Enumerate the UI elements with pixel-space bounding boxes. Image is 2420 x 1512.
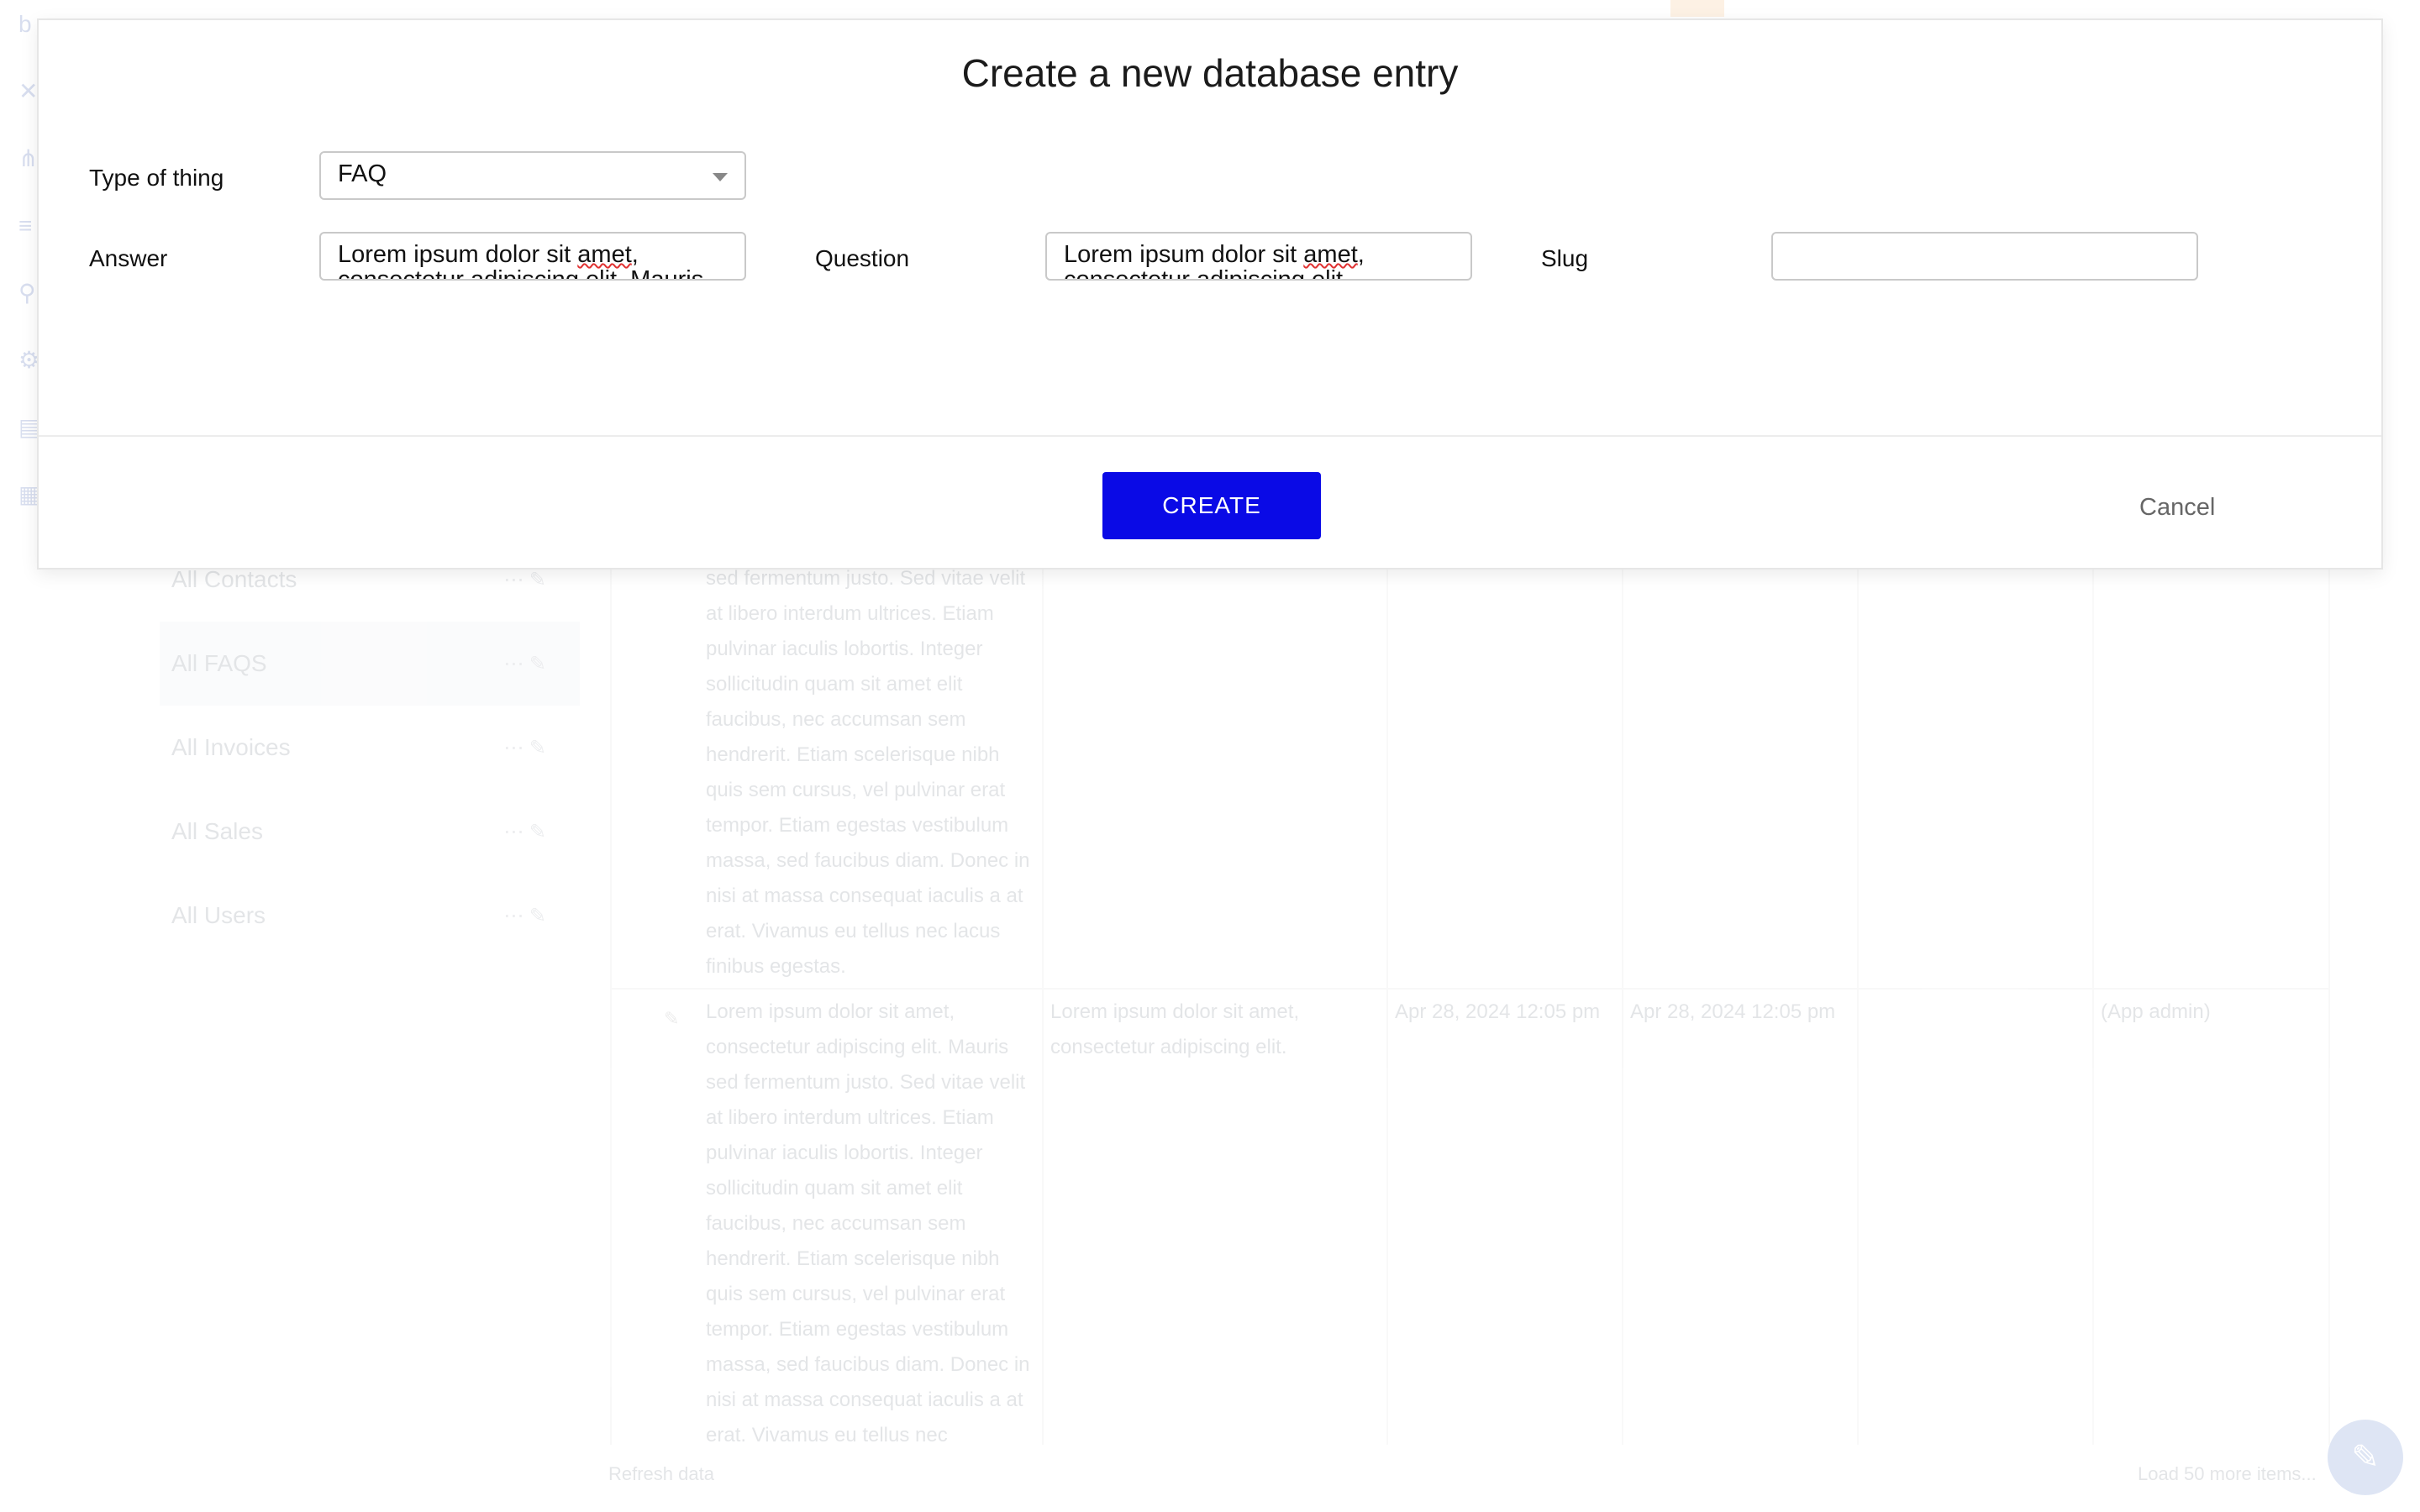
table-cell-answer: Lorem ipsum dolor sit amet, consectetur … [706,1000,1030,1446]
sidebar-item-users[interactable]: All Users ⋯ ✎ [160,874,580,958]
answer-value-line2: consectetur adipiscing elit. Mauris [338,266,704,281]
edit-icon[interactable]: ⋯ ✎ [503,820,546,844]
sidebar-item-label: All Sales [171,818,263,844]
sidebar-item-sales[interactable]: All Sales ⋯ ✎ [160,790,580,874]
new-entry-modal: Create a new database entry Type of thin… [37,18,2383,570]
answer-text: Lorem ipsum dolor sit [338,241,578,268]
sidebar-item-label: All FAQS [171,650,267,676]
created-column: Apr 28, 2024 12:05 pm [1388,538,1623,1445]
question-value-line1: Lorem ipsum dolor sit amet, [1064,241,1365,268]
question-value-line2: consectetur adipiscing elit. [1064,266,1350,281]
question-column: Lorem ipsum dolor sit amet, consectetur … [1044,538,1388,1445]
table-cell-question: Lorem ipsum dolor sit amet, consectetur … [1050,1000,1300,1058]
chevron-down-icon [713,173,728,181]
table-cell-created: Apr 28, 2024 12:05 pm [1395,1000,1601,1023]
sidebar-item-label: All Users [171,902,266,928]
sidebar-item-label: All Invoices [171,734,291,760]
edit-icon[interactable]: ⋯ ✎ [503,652,546,676]
table-cell-answer: sed fermentum justo. Sed vitae velit at … [706,567,1030,978]
table-cell-modified: Apr 28, 2024 12:05 pm [1630,1000,1836,1023]
answer-value-line1: Lorem ipsum dolor sit amet, [338,241,639,268]
cancel-button[interactable]: Cancel [2139,494,2215,522]
slug-label: Slug [1541,245,1589,271]
sidebar-item-faqs[interactable]: All FAQS ⋯ ✎ [160,622,580,706]
slug-field[interactable] [1771,232,2198,281]
type-label: Type of thing [89,165,224,191]
type-select[interactable]: FAQ [319,151,746,200]
table-cell-creator: (App admin) [2101,1000,2211,1023]
edit-icon[interactable]: ⋯ ✎ [503,904,546,928]
refresh-data-link[interactable]: Refresh data [608,1463,714,1485]
load-more-link[interactable]: Load 50 more items... [2138,1463,2317,1485]
data-table: sed fermentum justo. Sed vitae velit at … [610,538,2330,1446]
answer-field[interactable]: Lorem ipsum dolor sit amet, consectetur … [319,232,746,281]
topbar-accent [1670,0,1724,17]
row-divider [612,988,2330,990]
sidebar-item-invoices[interactable]: All Invoices ⋯ ✎ [160,706,580,790]
edit-icon[interactable]: ⋯ ✎ [503,736,546,760]
create-button[interactable]: CREATE [1102,472,1321,539]
help-icon[interactable]: ✎ [2328,1420,2403,1495]
question-text-misspelled: amet [1303,241,1358,268]
answer-column: sed fermentum justo. Sed vitae velit at … [612,538,1044,1446]
question-field[interactable]: Lorem ipsum dolor sit amet, consectetur … [1045,232,1472,281]
edit-icon[interactable]: ⋯ ✎ [503,568,546,592]
slug-column [1859,538,2094,1445]
answer-text-misspelled: amet [577,241,632,268]
creator-column: (App admin) [2094,538,2330,1445]
modal-divider [39,435,2381,437]
data-type-list: All Contacts ⋯ ✎ All FAQS ⋯ ✎ All Invoic… [160,538,580,958]
type-select-value: FAQ [338,160,387,187]
sidebar-item-label: All Contacts [171,566,297,592]
answer-label: Answer [89,245,168,271]
question-text: Lorem ipsum dolor sit [1064,241,1304,268]
edit-row-icon[interactable]: ✎ [664,1001,679,1037]
modified-column: Apr 28, 2024 12:05 pm [1623,538,1859,1445]
question-label: Question [815,245,910,271]
modal-title: Create a new database entry [961,51,1459,95]
